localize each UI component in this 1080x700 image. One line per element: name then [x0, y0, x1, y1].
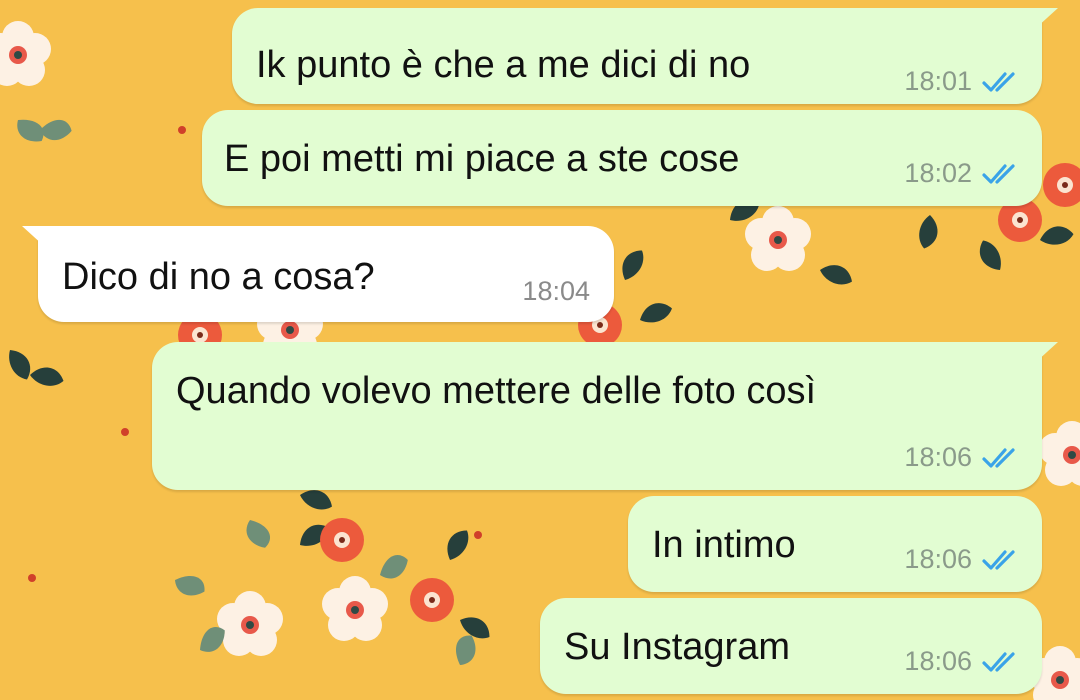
double-check-icon	[982, 549, 1015, 570]
message-time: 18:06	[904, 442, 972, 472]
message-bubble-outgoing[interactable]: Ik punto è che a me dici di no 18:01	[232, 8, 1058, 104]
message-time: 18:02	[904, 158, 972, 188]
double-check-icon	[982, 163, 1015, 184]
message-text: Quando volevo mettere delle foto così	[176, 370, 817, 412]
message-bubble-outgoing[interactable]: Quando volevo mettere delle foto così 18…	[152, 342, 1058, 490]
message-meta: 18:02	[904, 160, 1022, 187]
message-meta: 18:06	[904, 546, 1022, 573]
message-text: E poi metti mi piace a ste cose	[224, 138, 740, 180]
message-bubble-outgoing[interactable]: In intimo 18:06	[628, 496, 1042, 592]
message-time: 18:04	[522, 276, 590, 306]
bubble-tail	[1036, 342, 1058, 362]
message-text: Su Instagram	[564, 626, 790, 668]
message-time: 18:06	[904, 646, 972, 676]
bubble-tail	[1036, 8, 1058, 28]
double-check-icon	[982, 651, 1015, 672]
message-time: 18:06	[904, 544, 972, 574]
chat-background: Ik punto è che a me dici di no 18:01 E p…	[0, 0, 1080, 700]
double-check-icon	[982, 447, 1015, 468]
message-meta: 18:01	[904, 68, 1022, 95]
message-meta: 18:06	[904, 444, 1022, 471]
message-bubble-incoming[interactable]: Dico di no a cosa? 18:04	[22, 226, 614, 322]
message-meta: 18:06	[904, 648, 1022, 675]
message-time: 18:01	[904, 66, 972, 96]
message-text: Ik punto è che a me dici di no	[256, 44, 751, 86]
message-bubble-outgoing[interactable]: Su Instagram 18:06	[540, 598, 1042, 694]
double-check-icon	[982, 71, 1015, 92]
message-text: Dico di no a cosa?	[62, 256, 375, 298]
message-bubble-outgoing[interactable]: E poi metti mi piace a ste cose 18:02	[202, 110, 1042, 206]
message-text: In intimo	[652, 524, 796, 566]
message-meta: 18:04	[522, 278, 590, 305]
bubble-tail	[22, 226, 44, 246]
